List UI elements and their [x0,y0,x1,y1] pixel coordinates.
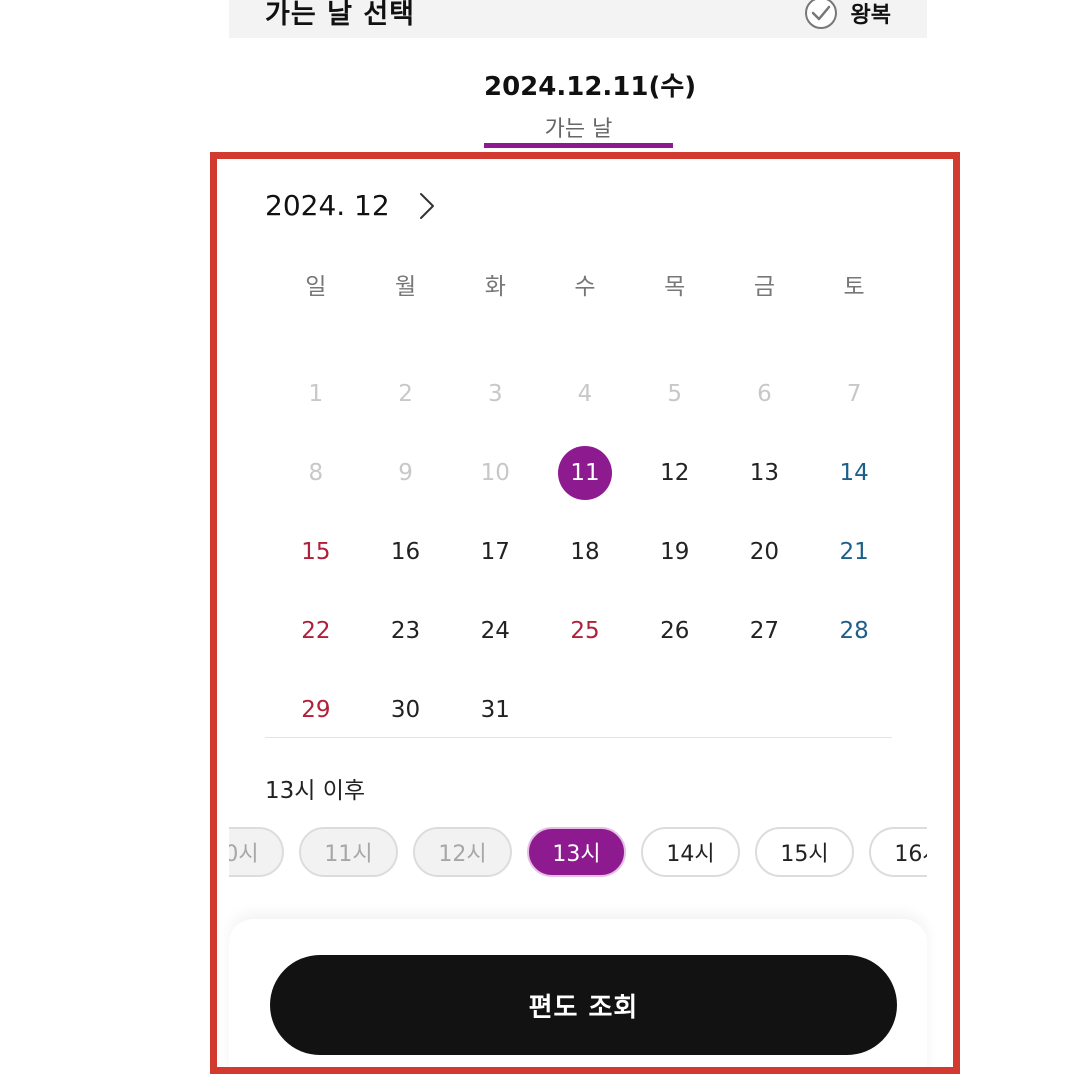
roundtrip-toggle[interactable]: 왕복 [804,0,891,29]
time-chip[interactable]: 14시 [641,827,740,877]
calendar-day[interactable]: 13 [720,433,810,512]
roundtrip-label: 왕복 [850,3,891,28]
chevron-right-icon[interactable] [412,191,442,221]
calendar-day-selected[interactable]: 11 [540,433,630,512]
calendar-day-label: 21 [839,538,869,565]
calendar-day-label: 10 [480,459,510,486]
calendar-day[interactable]: 21 [809,512,899,591]
calendar-day-label: 14 [839,459,869,486]
calendar-day: 10 [450,433,540,512]
calendar-day-label: 4 [577,380,593,407]
calendar-day-label: 2 [398,380,413,407]
calendar-day-label: 7 [846,380,862,407]
divider [265,737,892,738]
bottom-action-area: 편도 조회 [229,919,927,1067]
time-chip: 10시 [229,827,284,877]
calendar-day[interactable]: 26 [630,591,720,670]
calendar-day[interactable]: 22 [271,591,361,670]
calendar-day: 7 [809,354,899,433]
date-tab-label: 가는 날 [544,117,613,142]
weekday-label: 목 [664,274,686,300]
one-way-search-button[interactable]: 편도 조회 [270,955,897,1055]
calendar-day-label: 16 [390,538,421,565]
weekday-label: 금 [753,274,775,300]
calendar-day: 2 [361,354,451,433]
calendar-day[interactable]: 18 [540,512,630,591]
header-bar: 가는 날 선택 왕복 [229,0,927,38]
time-chip-row: 10시 11시 12시 13시 14시 15시 16시 [229,827,927,877]
screen: 가는 날 선택 왕복 2024.12.11(수) 가는 날 2024. 12 일… [0,0,1080,1080]
weekday-label: 일 [305,274,327,300]
weekday-label: 화 [484,274,506,300]
active-tab-indicator [484,143,673,148]
weekday-header: 일월화수목금토 [271,267,899,301]
calendar-day-label: 12 [660,459,690,486]
check-circle-icon[interactable] [804,0,837,29]
calendar-day-label: 15 [301,538,331,565]
time-chip-selected[interactable]: 13시 [527,827,626,877]
month-label: 2024. 12 [265,189,390,222]
calendar-day-label: 6 [757,380,772,407]
weekday-label: 월 [394,274,417,300]
calendar-day-label: 8 [308,459,324,486]
calendar-day-label: 22 [301,617,331,644]
calendar-day[interactable]: 28 [809,591,899,670]
calendar-day[interactable]: 23 [361,591,451,670]
calendar-day-label: 19 [660,538,690,565]
calendar-day[interactable]: 14 [809,433,899,512]
selected-date: 2024.12.11(수) [484,72,697,102]
calendar-day-label: 25 [570,617,600,644]
calendar-day-label: 17 [480,538,510,565]
time-chip[interactable]: 15시 [755,827,854,877]
calendar-day: 6 [720,354,810,433]
month-header: 2024. 12 [265,189,442,222]
page-title: 가는 날 선택 [265,0,415,30]
calendar-day[interactable]: 20 [720,512,810,591]
calendar-day: 9 [361,433,451,512]
calendar-day: 4 [540,354,630,433]
time-chip-scroller[interactable]: 10시 11시 12시 13시 14시 15시 16시 [229,823,927,883]
calendar-day-label: 3 [487,380,503,407]
time-filter-label: 13시 이후 [265,778,366,804]
time-chip: 12시 [413,827,512,877]
calendar-day-label: 26 [660,617,690,644]
calendar-day-label: 30 [390,696,421,723]
calendar-day: 3 [450,354,540,433]
calendar-day-label: 1 [308,380,324,407]
calendar-day-label: 13 [749,459,780,486]
calendar-day[interactable]: 17 [450,512,540,591]
weekday-label: 토 [843,274,865,300]
calendar-day[interactable]: 12 [630,433,720,512]
calendar-day: 8 [271,433,361,512]
calendar-day: 1 [271,354,361,433]
calendar-day[interactable]: 24 [450,591,540,670]
calendar-day[interactable]: 19 [630,512,720,591]
time-chip: 11시 [299,827,398,877]
calendar-day-label: 11 [557,445,612,500]
calendar-day-label: 28 [839,617,869,644]
calendar-day-label: 5 [667,380,683,407]
tab-departure-date[interactable]: 2024.12.11(수) 가는 날 [484,64,697,148]
calendar-day-label: 18 [570,538,600,565]
calendar-panel: 2024. 12 일월화수목금토 1 2 3 4 5 6 7 8 9 10 11 12 13 14 15 16… [210,152,960,1074]
calendar-day[interactable]: 16 [361,512,451,591]
calendar-days: 1 2 3 4 5 6 7 8 9 10 11 12 13 14 15 16 17 18 19 20 21 22 23 24 2… [271,354,899,749]
weekday-label: 수 [574,274,596,300]
calendar-day-label: 27 [749,617,780,644]
calendar-day-label: 31 [480,696,510,723]
time-chip[interactable]: 16시 [869,827,927,877]
calendar-day-label: 29 [301,696,331,723]
calendar-day[interactable]: 15 [271,512,361,591]
calendar-day-label: 24 [480,617,510,644]
calendar-day[interactable]: 25 [540,591,630,670]
calendar-day-label: 20 [749,538,780,565]
calendar-day-label: 23 [390,617,421,644]
calendar-day-label: 9 [398,459,413,486]
calendar-day[interactable]: 27 [720,591,810,670]
calendar-day: 5 [630,354,720,433]
